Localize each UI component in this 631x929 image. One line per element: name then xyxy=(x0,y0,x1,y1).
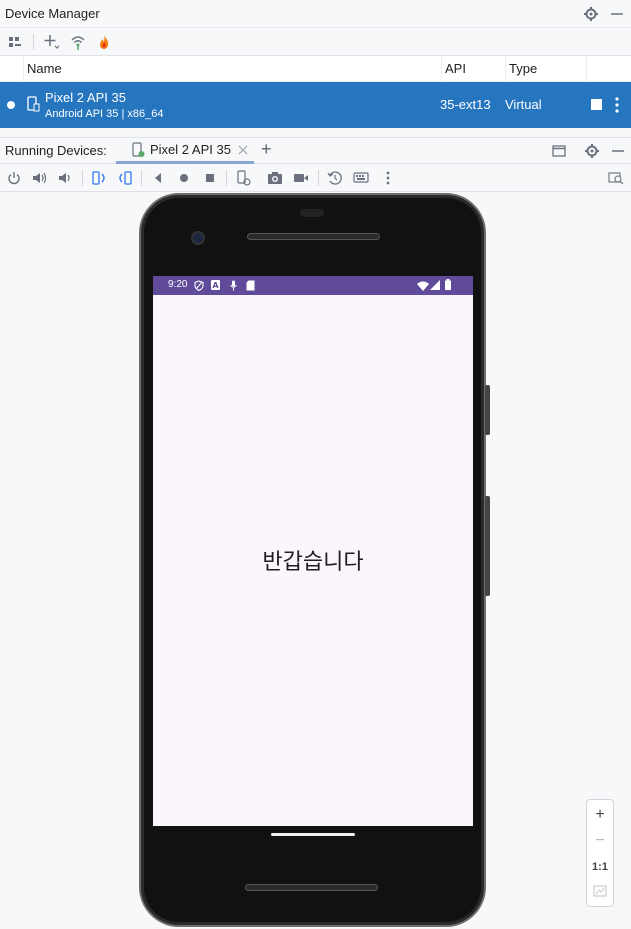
stop-device-icon[interactable] xyxy=(591,99,602,110)
minimize-icon[interactable] xyxy=(609,6,625,22)
device-manager-toolbar xyxy=(0,28,631,56)
emulator-toolbar xyxy=(0,164,631,192)
device-type: Virtual xyxy=(505,97,542,112)
overview-icon[interactable] xyxy=(202,170,218,186)
minimize-icon[interactable] xyxy=(610,143,626,159)
toolbar-separator xyxy=(82,170,83,186)
keyboard-icon[interactable] xyxy=(353,170,369,186)
volume-down-icon[interactable] xyxy=(58,170,74,186)
running-indicator-icon xyxy=(7,101,15,109)
sd-card-icon xyxy=(246,280,255,294)
cell-signal-icon xyxy=(430,280,440,293)
gear-icon[interactable] xyxy=(583,6,599,22)
zoom-in-button[interactable]: + xyxy=(587,802,613,828)
actual-size-button[interactable]: 1:1 xyxy=(587,854,613,880)
earpiece xyxy=(300,209,324,217)
back-icon[interactable] xyxy=(150,170,166,186)
column-header-api[interactable]: API xyxy=(441,56,505,82)
mic-icon xyxy=(229,280,238,294)
phone-device-icon xyxy=(25,96,41,112)
device-name: Pixel 2 API 35 xyxy=(45,90,126,105)
status-time: 9:20 xyxy=(168,279,188,290)
restore-window-icon[interactable] xyxy=(551,143,567,159)
rotate-right-icon[interactable] xyxy=(117,170,133,186)
running-devices-bar: Running Devices: Pixel 2 API 35 + xyxy=(0,138,631,164)
rotate-left-icon[interactable] xyxy=(91,170,107,186)
volume-rocker[interactable] xyxy=(485,496,490,596)
panel-title: Device Manager xyxy=(5,6,100,21)
column-header-name[interactable]: Name xyxy=(23,56,441,82)
group-by-icon[interactable] xyxy=(7,34,23,50)
gear-icon[interactable] xyxy=(584,143,600,159)
screen-record-icon[interactable] xyxy=(293,170,309,186)
panel-divider xyxy=(0,128,631,138)
front-camera-icon xyxy=(191,231,205,245)
add-device-icon[interactable] xyxy=(44,34,60,50)
svg-text:A: A xyxy=(212,281,219,290)
device-settings-icon[interactable] xyxy=(236,170,252,186)
column-header-type[interactable]: Type xyxy=(505,56,586,82)
screenshot-icon[interactable] xyxy=(267,170,283,186)
zoom-inspect-icon[interactable] xyxy=(608,170,624,186)
device-row[interactable]: Pixel 2 API 35 Android API 35 | x86_64 3… xyxy=(0,82,631,128)
column-header-actions xyxy=(586,56,631,82)
fit-screen-icon[interactable] xyxy=(587,880,613,906)
greeting-text: 반갑습니다 xyxy=(262,550,364,575)
wifi-icon xyxy=(417,281,429,294)
close-tab-icon[interactable] xyxy=(235,142,251,158)
tab-label: Pixel 2 API 35 xyxy=(150,142,231,157)
android-status-bar: 9:20 A xyxy=(153,276,473,295)
toolbar-separator xyxy=(226,170,227,186)
firebase-icon[interactable] xyxy=(96,34,112,50)
a-badge-icon: A xyxy=(211,280,220,293)
top-speaker-grille xyxy=(247,233,380,240)
home-icon[interactable] xyxy=(176,170,192,186)
shield-icon xyxy=(194,280,204,294)
add-tab-button[interactable]: + xyxy=(261,139,272,160)
battery-icon xyxy=(445,279,451,293)
toolbar-separator xyxy=(33,33,34,50)
device-subtitle: Android API 35 | x86_64 xyxy=(45,108,164,120)
zoom-out-button[interactable]: − xyxy=(587,828,613,854)
zoom-controls: + − 1:1 xyxy=(586,799,614,907)
more-actions-icon[interactable] xyxy=(614,96,620,114)
power-button[interactable] xyxy=(485,385,490,435)
more-options-icon[interactable] xyxy=(380,170,396,186)
wifi-pair-icon[interactable] xyxy=(70,34,86,50)
bottom-speaker-grille xyxy=(245,884,378,891)
device-table-header: Name API Type xyxy=(0,56,631,82)
device-manager-title-bar: Device Manager xyxy=(0,0,631,28)
toolbar-separator xyxy=(141,170,142,186)
device-screen[interactable]: 반갑습니다 xyxy=(153,276,473,826)
volume-up-icon[interactable] xyxy=(32,170,48,186)
snapshot-icon[interactable] xyxy=(327,170,343,186)
running-devices-label: Running Devices: xyxy=(5,143,107,158)
tab-pixel-2-api-35[interactable]: Pixel 2 API 35 xyxy=(116,138,254,164)
device-api: 35-ext13 xyxy=(440,97,491,112)
phone-device-icon xyxy=(130,141,146,158)
gesture-nav-bar[interactable] xyxy=(271,833,355,836)
power-icon[interactable] xyxy=(6,170,22,186)
toolbar-separator xyxy=(318,170,319,186)
